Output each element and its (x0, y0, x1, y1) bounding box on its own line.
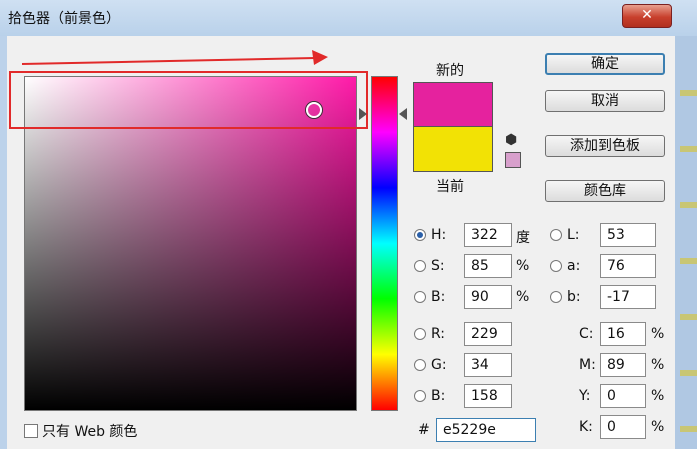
brightness-input[interactable]: 90 (464, 285, 512, 309)
websafe-color-swatch[interactable] (505, 152, 521, 168)
current-color-swatch[interactable] (413, 126, 493, 172)
magenta-label: M: (579, 357, 596, 373)
black-label: K: (579, 419, 593, 435)
yellow-unit: % (651, 388, 665, 404)
yellow-label: Y: (579, 388, 591, 404)
red-label: R: (431, 326, 446, 342)
lab-a-input[interactable]: 76 (600, 254, 656, 278)
web-colors-only-checkbox[interactable] (24, 424, 38, 438)
yellow-input[interactable]: 0 (600, 384, 646, 408)
blue-radio[interactable] (414, 390, 426, 402)
cyan-label: C: (579, 326, 594, 342)
green-radio[interactable] (414, 359, 426, 371)
hue-label: H: (431, 227, 447, 243)
cyan-unit: % (651, 326, 665, 342)
hue-unit: 度 (516, 230, 530, 246)
black-unit: % (651, 419, 665, 435)
lab-l-input[interactable]: 53 (600, 223, 656, 247)
hue-slider[interactable] (371, 76, 398, 411)
green-input[interactable]: 34 (464, 353, 512, 377)
black-input[interactable]: 0 (600, 415, 646, 439)
hue-input[interactable]: 322 (464, 223, 512, 247)
annotation-highlight-box (9, 71, 368, 129)
lab-b-input[interactable]: -17 (600, 285, 656, 309)
window-frame-left (0, 36, 7, 449)
brightness-radio[interactable] (414, 291, 426, 303)
add-to-swatches-button[interactable]: 添加到色板 (545, 135, 665, 157)
lab-b-label: b: (567, 289, 581, 305)
current-color-label: 当前 (436, 179, 464, 195)
brightness-unit: % (516, 289, 530, 305)
web-colors-only-label: 只有 Web 颜色 (42, 424, 138, 440)
cancel-button[interactable]: 取消 (545, 90, 665, 112)
hue-slider-marker-left[interactable] (359, 108, 367, 120)
cyan-input[interactable]: 16 (600, 322, 646, 346)
new-color-swatch (413, 82, 493, 127)
ok-button[interactable]: 确定 (545, 53, 665, 75)
lab-l-label: L: (567, 227, 580, 243)
magenta-unit: % (651, 357, 665, 373)
hex-hash-label: # (418, 422, 430, 438)
lab-l-radio[interactable] (550, 229, 562, 241)
saturation-unit: % (516, 258, 530, 274)
red-input[interactable]: 229 (464, 322, 512, 346)
hue-slider-marker-right[interactable] (399, 108, 407, 120)
saturation-label: S: (431, 258, 445, 274)
red-radio[interactable] (414, 328, 426, 340)
lab-a-radio[interactable] (550, 260, 562, 272)
new-color-label: 新的 (436, 63, 464, 79)
title-bar: 拾色器（前景色） ✕ (0, 0, 697, 37)
background-strip (680, 40, 697, 449)
saturation-input[interactable]: 85 (464, 254, 512, 278)
green-label: G: (431, 357, 447, 373)
hue-radio[interactable] (414, 229, 426, 241)
brightness-label: B: (431, 289, 446, 305)
annotation-arrow (21, 50, 328, 65)
hex-input[interactable]: e5229e (436, 418, 536, 442)
lab-b-radio[interactable] (550, 291, 562, 303)
websafe-cube-icon[interactable]: ⬢ (505, 132, 517, 148)
close-button[interactable]: ✕ (622, 4, 672, 28)
magenta-input[interactable]: 89 (600, 353, 646, 377)
window-title: 拾色器（前景色） (8, 11, 120, 27)
saturation-radio[interactable] (414, 260, 426, 272)
color-libraries-button[interactable]: 颜色库 (545, 180, 665, 202)
lab-a-label: a: (567, 258, 581, 274)
blue-input[interactable]: 158 (464, 384, 512, 408)
blue-label: B: (431, 388, 446, 404)
